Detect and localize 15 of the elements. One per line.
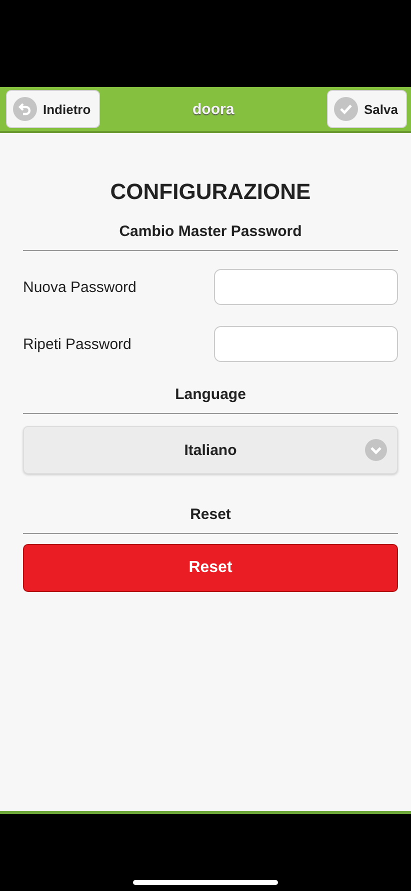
language-select[interactable]: Italiano (23, 426, 398, 474)
check-icon (334, 97, 358, 121)
section-heading: Language (23, 386, 398, 414)
save-button[interactable]: Salva (327, 90, 407, 128)
field-label: Ripeti Password (23, 336, 132, 352)
field-label: Nuova Password (23, 278, 136, 296)
page-title: CONFIGURAZIONE (109, 179, 312, 205)
password-field[interactable] (214, 326, 398, 362)
back-button[interactable]: Indietro (6, 90, 100, 128)
reset-button[interactable]: Reset (23, 544, 398, 592)
password-field[interactable] (214, 269, 398, 305)
chevron-down-icon (365, 439, 387, 461)
section-heading: Reset (23, 506, 398, 534)
section-heading: Cambio Master Password (23, 223, 398, 251)
app-title: doora (192, 100, 234, 118)
